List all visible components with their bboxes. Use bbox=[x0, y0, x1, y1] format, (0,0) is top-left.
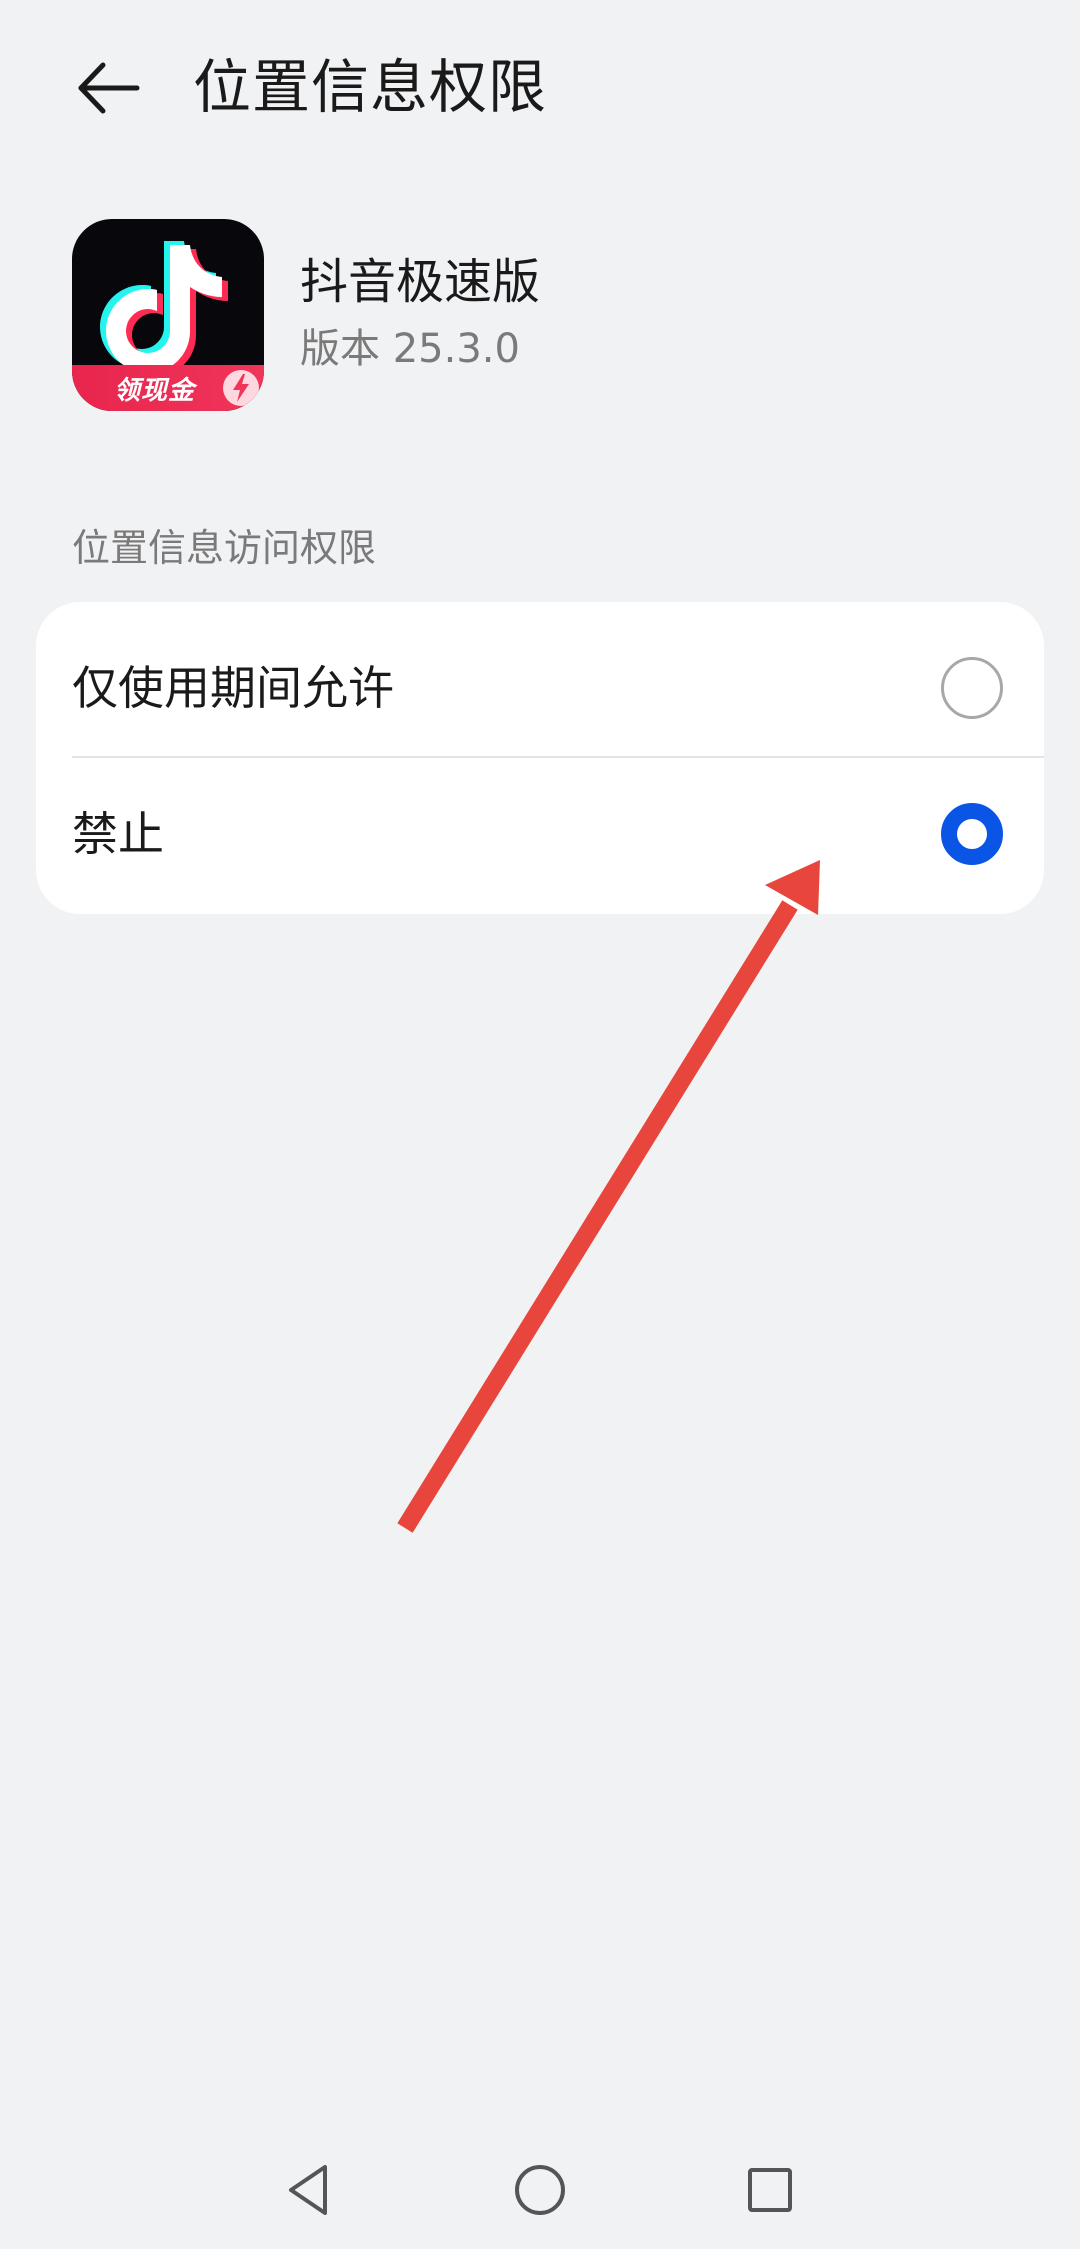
back-button[interactable] bbox=[60, 40, 156, 136]
icon-badge-text: 领现金 bbox=[114, 375, 196, 406]
circle-home-icon bbox=[515, 2165, 565, 2215]
option-label: 禁止 bbox=[72, 807, 164, 861]
system-nav-bar bbox=[0, 2140, 1080, 2249]
permission-options-card: 仅使用期间允许 禁止 bbox=[36, 602, 1044, 914]
page-title: 位置信息权限 bbox=[193, 53, 548, 121]
app-version: 版本 25.3.0 bbox=[300, 326, 520, 372]
section-label: 位置信息访问权限 bbox=[72, 526, 377, 570]
douyin-note-icon bbox=[100, 241, 228, 377]
radio-allow-while-using[interactable] bbox=[941, 657, 1003, 719]
option-deny[interactable]: 禁止 bbox=[36, 760, 1044, 908]
arrow-left-icon bbox=[78, 62, 140, 114]
app-icon: 领现金 bbox=[72, 219, 264, 411]
nav-home-button[interactable] bbox=[500, 2150, 580, 2230]
app-header: 领现金 抖音极速版 版本 25.3.0 bbox=[0, 215, 1080, 415]
option-label: 仅使用期间允许 bbox=[72, 661, 394, 715]
square-recent-icon bbox=[748, 2168, 792, 2212]
nav-recent-button[interactable] bbox=[730, 2150, 810, 2230]
option-allow-while-using[interactable]: 仅使用期间允许 bbox=[36, 614, 1044, 762]
lightning-bolt-icon bbox=[223, 370, 259, 406]
nav-back-button[interactable] bbox=[270, 2150, 350, 2230]
divider bbox=[72, 756, 1044, 758]
radio-deny[interactable] bbox=[941, 803, 1003, 865]
triangle-back-icon bbox=[289, 2165, 327, 2215]
app-name: 抖音极速版 bbox=[300, 254, 541, 310]
top-bar: 位置信息权限 bbox=[0, 0, 1080, 170]
